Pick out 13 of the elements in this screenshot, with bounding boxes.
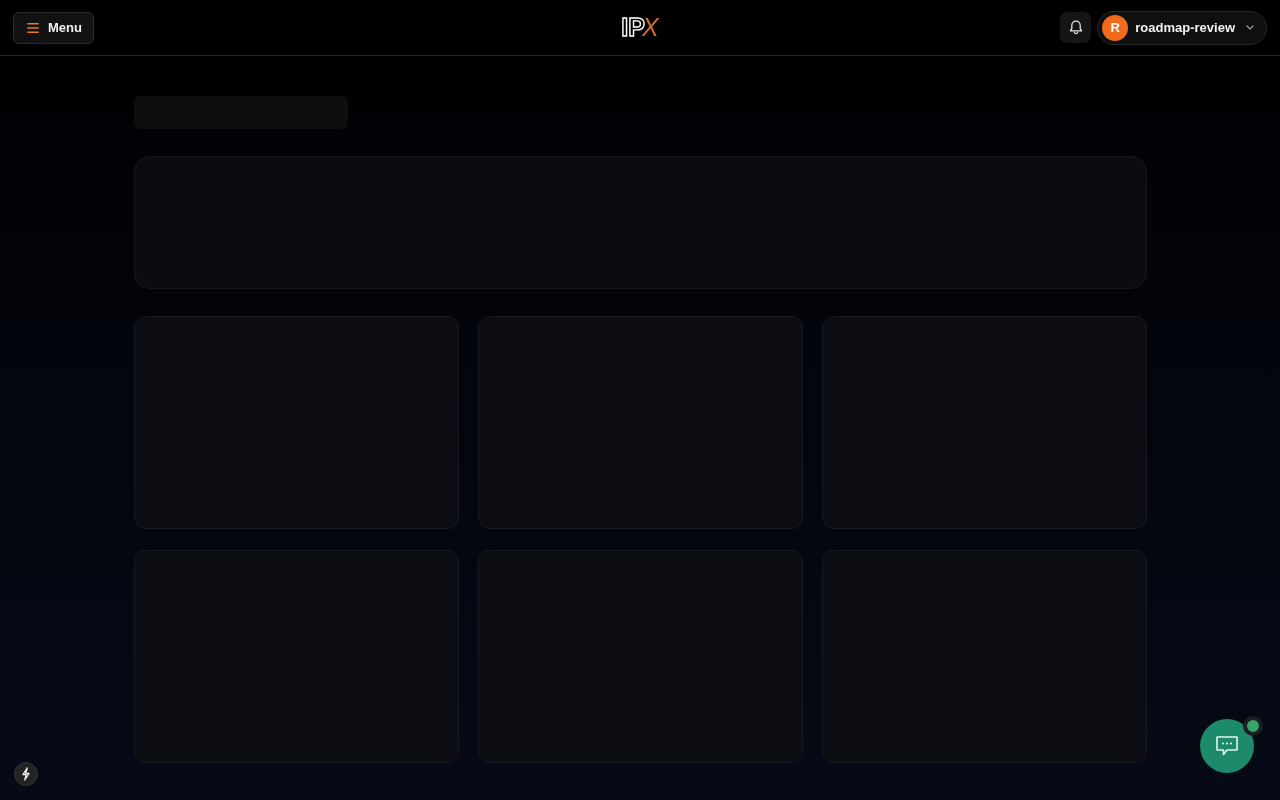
lightning-icon <box>21 767 31 781</box>
notifications-button[interactable] <box>1060 12 1092 43</box>
user-name: roadmap-review <box>1135 20 1235 35</box>
menu-button[interactable]: Menu <box>13 11 94 44</box>
chevron-down-icon <box>1246 25 1254 30</box>
user-menu-button[interactable]: R roadmap-review <box>1097 10 1267 45</box>
menu-icon <box>27 22 39 33</box>
lightning-button[interactable] <box>14 762 38 786</box>
chat-button[interactable] <box>1200 719 1254 773</box>
chat-bubble-icon <box>1215 735 1239 757</box>
bell-icon <box>1068 20 1083 35</box>
brand-logo[interactable]: IPX <box>621 12 659 42</box>
user-avatar: R <box>1102 14 1129 41</box>
